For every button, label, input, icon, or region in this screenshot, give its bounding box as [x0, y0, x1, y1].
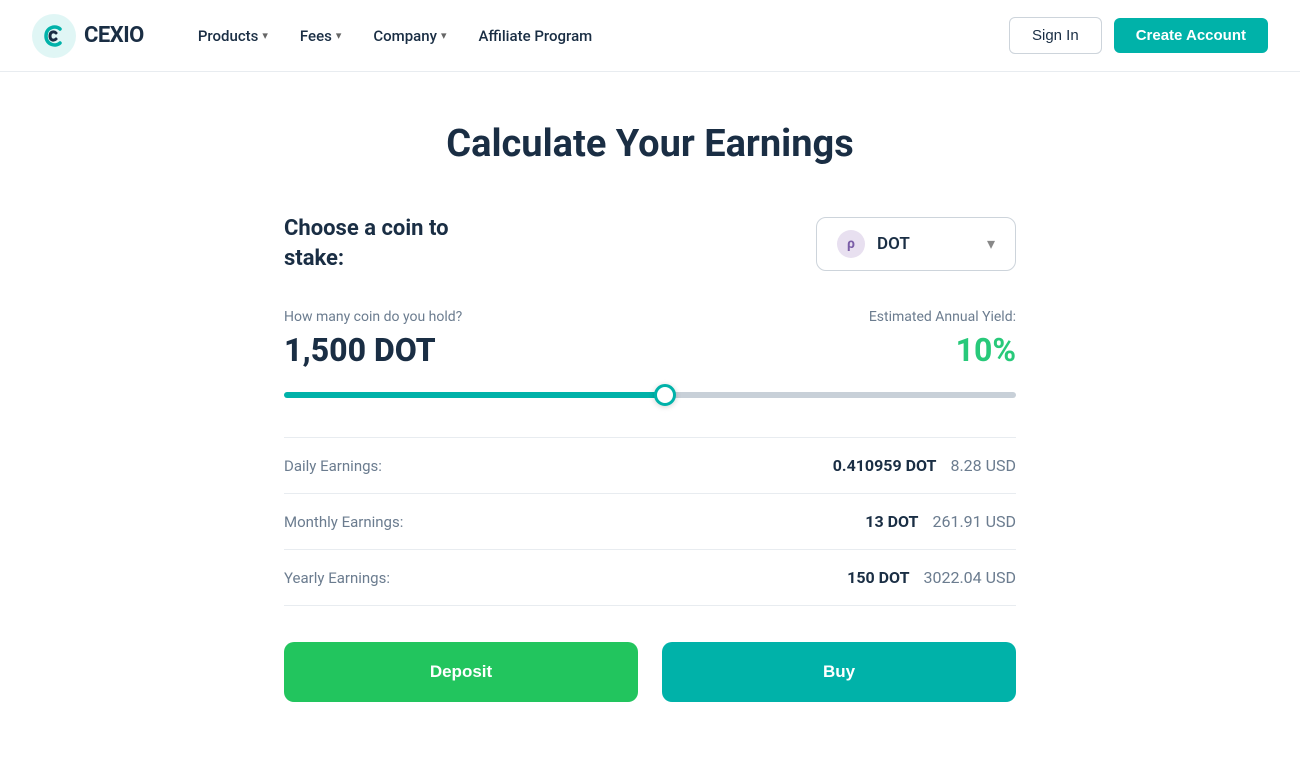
- nav-item-affiliate[interactable]: Affiliate Program: [464, 19, 606, 53]
- slider-section: How many coin do you hold? Estimated Ann…: [284, 309, 1016, 405]
- monthly-label: Monthly Earnings:: [284, 513, 403, 531]
- nav-item-company[interactable]: Company ▾: [359, 19, 460, 53]
- daily-dot: 0.410959 DOT: [833, 456, 937, 475]
- coin-name: DOT: [877, 234, 975, 254]
- slider-values: 1,500 DOT 10%: [284, 331, 1016, 369]
- chevron-down-icon: ▾: [262, 29, 268, 42]
- choose-label: Choose a coin to stake:: [284, 214, 449, 273]
- nav-links: Products ▾ Fees ▾ Company ▾ Affiliate Pr…: [184, 19, 1009, 53]
- slider-wrapper: [284, 385, 1016, 405]
- table-row: Daily Earnings: 0.410959 DOT 8.28 USD: [284, 437, 1016, 494]
- hold-amount: 1,500 DOT: [284, 331, 436, 369]
- nav-actions: Sign In Create Account: [1009, 17, 1268, 54]
- create-account-button[interactable]: Create Account: [1114, 18, 1268, 53]
- signin-button[interactable]: Sign In: [1009, 17, 1102, 54]
- earnings-table: Daily Earnings: 0.410959 DOT 8.28 USD Mo…: [284, 437, 1016, 606]
- table-row: Yearly Earnings: 150 DOT 3022.04 USD: [284, 550, 1016, 606]
- dropdown-chevron-icon: ▾: [987, 234, 995, 253]
- page-title: Calculate Your Earnings: [284, 122, 1016, 166]
- hold-label: How many coin do you hold?: [284, 309, 462, 325]
- monthly-dot: 13 DOT: [865, 512, 918, 531]
- logo-text: CEXIO: [84, 23, 144, 48]
- logo-icon: [32, 14, 76, 58]
- table-row: Monthly Earnings: 13 DOT 261.91 USD: [284, 494, 1016, 550]
- nav-item-products[interactable]: Products ▾: [184, 19, 282, 53]
- monthly-usd: 261.91 USD: [932, 512, 1016, 531]
- yearly-label: Yearly Earnings:: [284, 569, 390, 587]
- choose-coin-row: Choose a coin to stake: ρ DOT ▾: [284, 214, 1016, 273]
- daily-values: 0.410959 DOT 8.28 USD: [833, 456, 1016, 475]
- yearly-usd: 3022.04 USD: [923, 568, 1016, 587]
- nav-item-fees[interactable]: Fees ▾: [286, 19, 355, 53]
- main-content: Calculate Your Earnings Choose a coin to…: [260, 72, 1040, 762]
- chevron-down-icon: ▾: [336, 29, 342, 42]
- buy-button[interactable]: Buy: [662, 642, 1016, 702]
- cta-row: Deposit Buy: [284, 642, 1016, 702]
- daily-label: Daily Earnings:: [284, 457, 382, 475]
- monthly-values: 13 DOT 261.91 USD: [865, 512, 1016, 531]
- deposit-button[interactable]: Deposit: [284, 642, 638, 702]
- yield-label: Estimated Annual Yield:: [869, 309, 1016, 325]
- slider-header: How many coin do you hold? Estimated Ann…: [284, 309, 1016, 325]
- chevron-down-icon: ▾: [441, 29, 447, 42]
- navbar: CEXIO Products ▾ Fees ▾ Company ▾ Affili…: [0, 0, 1300, 72]
- yield-percent: 10%: [956, 331, 1016, 369]
- daily-usd: 8.28 USD: [950, 456, 1016, 475]
- yearly-values: 150 DOT 3022.04 USD: [847, 568, 1016, 587]
- yearly-dot: 150 DOT: [847, 568, 909, 587]
- coin-icon: ρ: [837, 230, 865, 258]
- coin-dropdown[interactable]: ρ DOT ▾: [816, 217, 1016, 271]
- logo[interactable]: CEXIO: [32, 14, 144, 58]
